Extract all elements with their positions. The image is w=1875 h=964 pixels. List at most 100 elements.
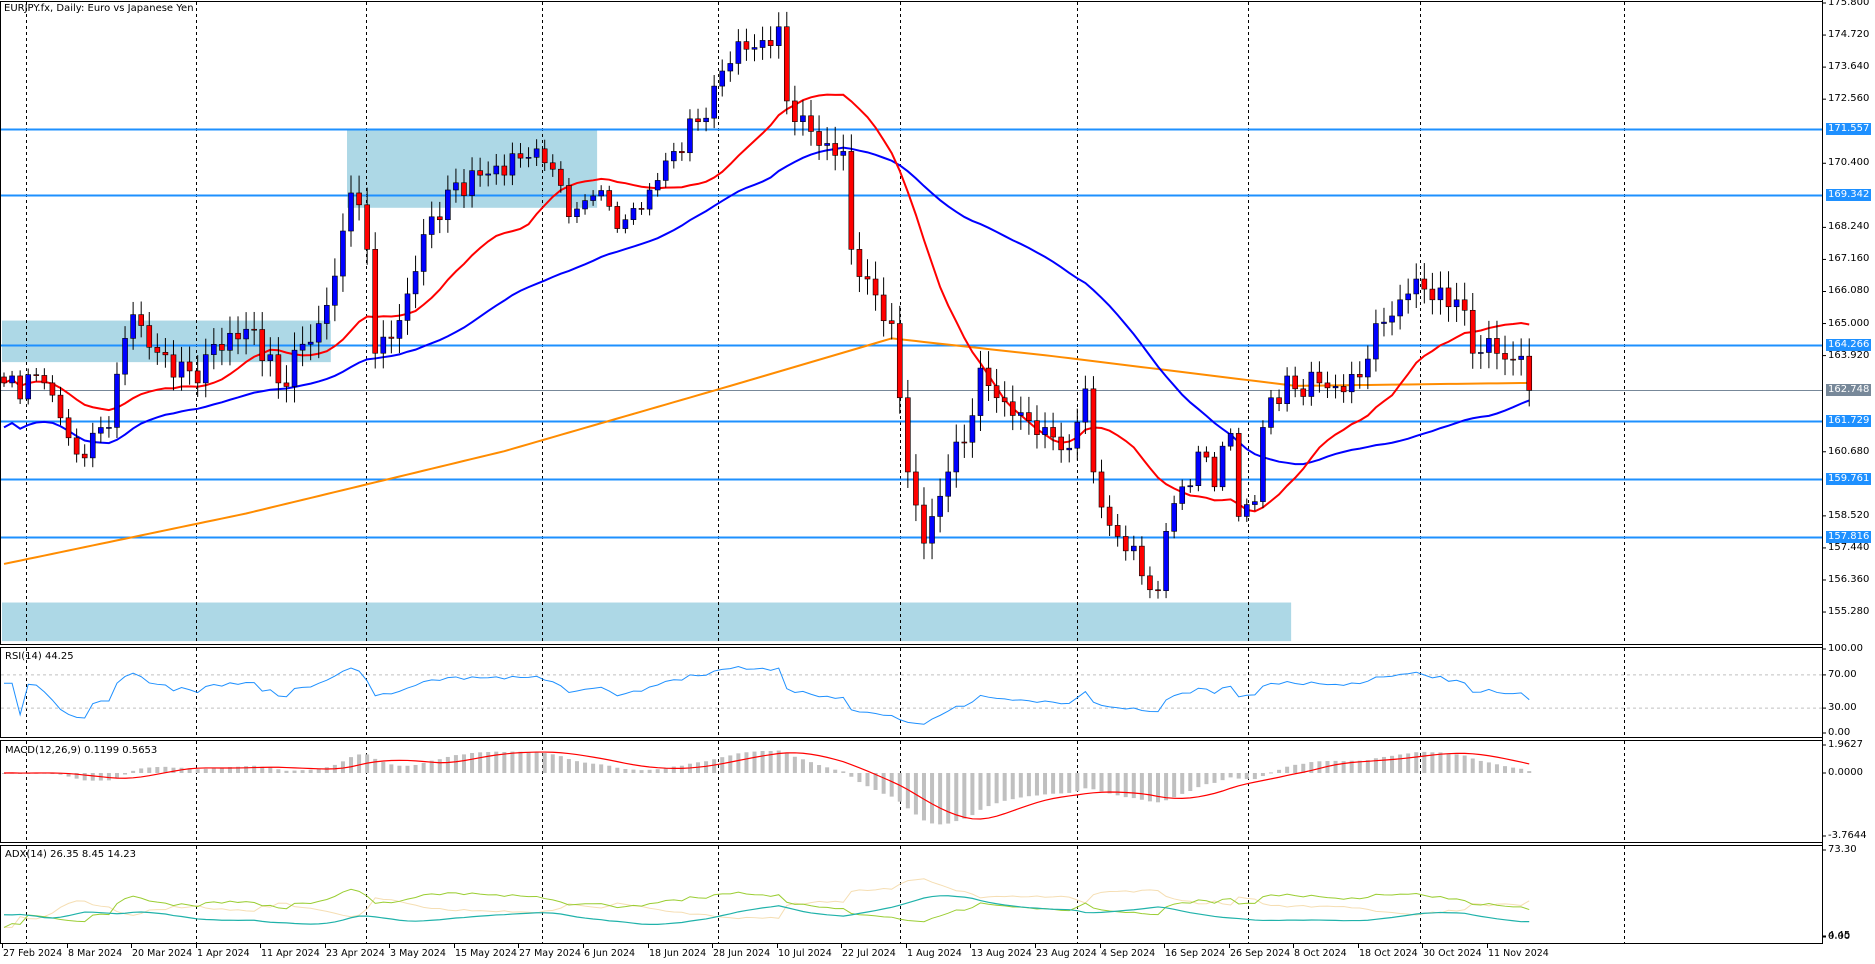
macd-histogram-bar (817, 765, 822, 773)
macd-histogram-bar (381, 761, 386, 773)
bull-candle (332, 275, 338, 306)
bear-candle (1106, 506, 1113, 526)
bear-candle (832, 143, 839, 156)
macd-histogram-bar (1260, 773, 1265, 777)
macd-histogram-bar (1139, 773, 1144, 800)
macd-histogram-bar (1503, 766, 1508, 773)
macd-histogram-bar (461, 754, 466, 773)
bull-candle (1381, 321, 1387, 324)
macd-histogram-bar (90, 773, 95, 781)
date-label: 8 Mar 2024 (68, 948, 123, 959)
macd-histogram-bar (1446, 753, 1451, 773)
macd-histogram-bar (639, 770, 644, 773)
bear-candle (808, 115, 814, 132)
macd-histogram-bar (526, 752, 531, 773)
macd-histogram-bar (534, 752, 539, 773)
macd-histogram-bar (1293, 764, 1298, 773)
macd-histogram-bar (744, 752, 749, 773)
macd-histogram-bar (1268, 772, 1273, 774)
bull-candle (1042, 427, 1048, 435)
macd-histogram-bar (106, 773, 111, 781)
bear-candle (848, 151, 855, 250)
macd-histogram-bar (1123, 773, 1128, 798)
bear-candle (985, 367, 992, 387)
macd-histogram-bar (1277, 769, 1282, 773)
price-tick-label: 165.000 (1828, 317, 1870, 329)
macd-histogram-bar (792, 756, 797, 773)
bull-candle (969, 415, 976, 443)
bear-candle (792, 100, 798, 122)
macd-histogram-bar (453, 755, 458, 773)
macd-histogram-bar (679, 765, 684, 773)
bull-candle (977, 367, 984, 416)
bull-candle (1413, 278, 1420, 295)
bull-candle (727, 63, 734, 72)
bull-candle (630, 208, 637, 220)
bull-candle (1437, 287, 1444, 301)
macd-label: MACD(12,26,9) 0.1199 0.5653 (5, 745, 158, 756)
price-chart[interactable] (0, 0, 1875, 964)
bear-candle (235, 332, 241, 340)
macd-histogram-bar (857, 773, 862, 783)
macd-histogram-bar (284, 770, 289, 773)
bull-candle (428, 216, 435, 235)
macd-tick-label: 0.0000 (1828, 767, 1863, 778)
macd-histogram-bar (647, 769, 652, 773)
bull-candle (800, 115, 806, 122)
bull-candle (525, 157, 532, 159)
bear-candle (517, 153, 524, 159)
bull-candle (1308, 371, 1315, 397)
macd-histogram-bar (849, 773, 854, 777)
macd-histogram-bar (615, 767, 620, 773)
macd-histogram-bar (978, 773, 983, 810)
macd-histogram-bar (397, 765, 402, 773)
bull-candle (582, 200, 588, 210)
bull-candle (98, 427, 104, 434)
bear-candle (154, 346, 161, 353)
bear-candle (1494, 338, 1500, 354)
macd-histogram-bar (1010, 773, 1015, 800)
macd-histogram-bar (865, 773, 870, 787)
date-label: 27 Feb 2024 (3, 948, 63, 959)
bear-candle (961, 441, 968, 444)
bear-candle (1510, 358, 1516, 361)
bull-candle (340, 230, 346, 277)
macd-histogram-bar (800, 759, 805, 773)
bear-candle (1034, 420, 1040, 435)
macd-histogram-bar (171, 767, 176, 773)
macd-histogram-bar (1099, 773, 1104, 792)
bull-candle (445, 189, 451, 221)
macd-histogram-bar (574, 761, 579, 773)
bear-candle (138, 314, 144, 326)
bear-candle (1469, 309, 1476, 354)
macd-histogram-bar (486, 751, 491, 773)
bull-candle (1066, 447, 1073, 451)
bull-candle (824, 143, 830, 146)
date-label: 28 Jun 2024 (713, 948, 771, 959)
bear-candle (1445, 287, 1452, 308)
bull-candle (598, 190, 604, 197)
macd-histogram-bar (1043, 773, 1048, 795)
bear-candle (896, 323, 903, 399)
bull-candle (404, 293, 411, 321)
bull-candle (671, 151, 677, 162)
bull-candle (243, 328, 249, 340)
bear-candle (872, 278, 879, 296)
bear-candle (1356, 374, 1363, 378)
bear-candle (1058, 436, 1064, 451)
bull-candle (25, 374, 32, 400)
macd-histogram-bar (219, 767, 224, 773)
macd-histogram-bar (308, 769, 313, 773)
macd-histogram-bar (1083, 773, 1088, 789)
macd-tick-label: -3.7644 (1828, 830, 1867, 841)
macd-histogram-bar (833, 769, 838, 773)
bull-candle (420, 234, 427, 272)
level-price-tag: 164.266 (1826, 339, 1872, 351)
macd-histogram-bar (809, 762, 813, 773)
date-label: 10 Jul 2024 (778, 948, 832, 959)
date-label: 1 Aug 2024 (907, 948, 962, 959)
bear-candle (259, 329, 266, 361)
bull-candle (1131, 545, 1137, 552)
bear-candle (33, 374, 40, 376)
macd-histogram-bar (712, 759, 717, 773)
